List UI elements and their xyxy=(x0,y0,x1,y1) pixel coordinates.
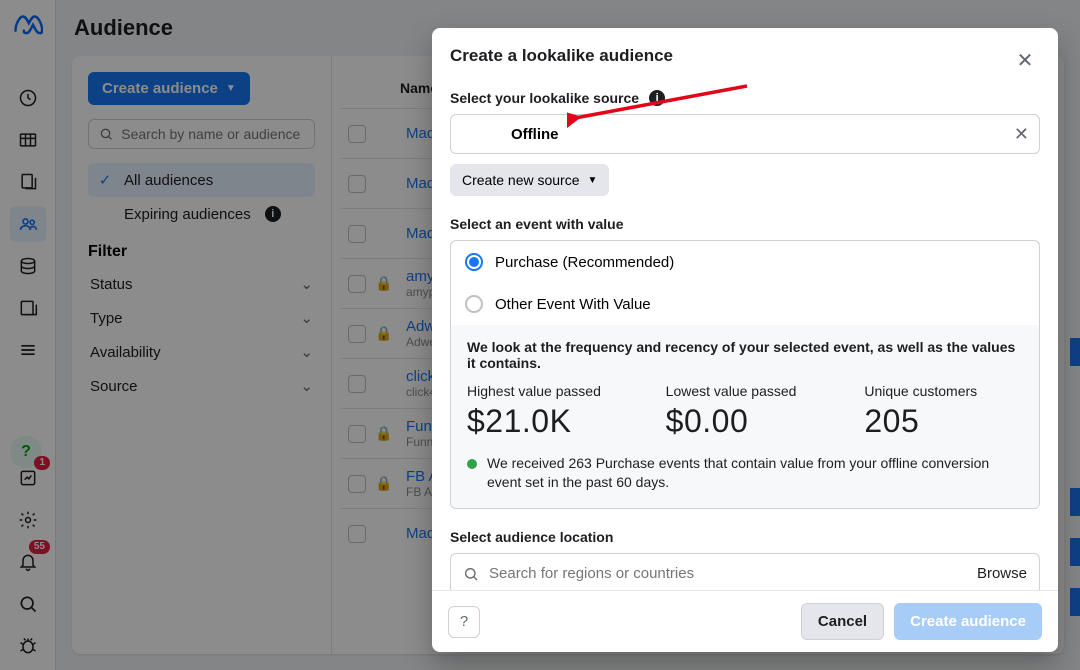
cancel-button[interactable]: Cancel xyxy=(801,603,884,640)
lookalike-source-input[interactable]: Offline ✕ xyxy=(450,114,1040,154)
caret-down-icon: ▼ xyxy=(588,175,598,186)
location-search-input[interactable]: Browse xyxy=(450,553,1040,590)
info-icon[interactable]: i xyxy=(649,90,665,106)
location-label: Select audience location xyxy=(450,529,1040,545)
stat-unique-customers: 205 xyxy=(864,403,1023,440)
search-icon xyxy=(463,566,479,582)
event-stats: We look at the frequency and recency of … xyxy=(451,325,1039,508)
radio-icon xyxy=(465,253,483,271)
event-label: Select an event with value xyxy=(450,216,1040,232)
help-icon[interactable]: ? xyxy=(448,606,480,638)
status-dot-icon xyxy=(467,459,477,469)
modal-title: Create a lookalike audience xyxy=(450,46,673,66)
stat-lowest-value: $0.00 xyxy=(666,403,825,440)
event-purchase-radio[interactable]: Purchase (Recommended) xyxy=(451,241,1039,283)
stat-highest-value: $21.0K xyxy=(467,403,626,440)
create-audience-submit-button[interactable]: Create audience xyxy=(894,603,1042,640)
close-icon[interactable]: ✕ xyxy=(1010,46,1040,76)
create-new-source-button[interactable]: Create new source ▼ xyxy=(450,164,609,196)
event-other-radio[interactable]: Other Event With Value xyxy=(451,283,1039,325)
radio-icon xyxy=(465,295,483,313)
lookalike-modal: Create a lookalike audience ✕ Select you… xyxy=(432,28,1058,652)
browse-button[interactable]: Browse xyxy=(977,565,1027,582)
source-label: Select your lookalike source i xyxy=(450,90,1040,106)
clear-source-icon[interactable]: ✕ xyxy=(1014,124,1029,145)
